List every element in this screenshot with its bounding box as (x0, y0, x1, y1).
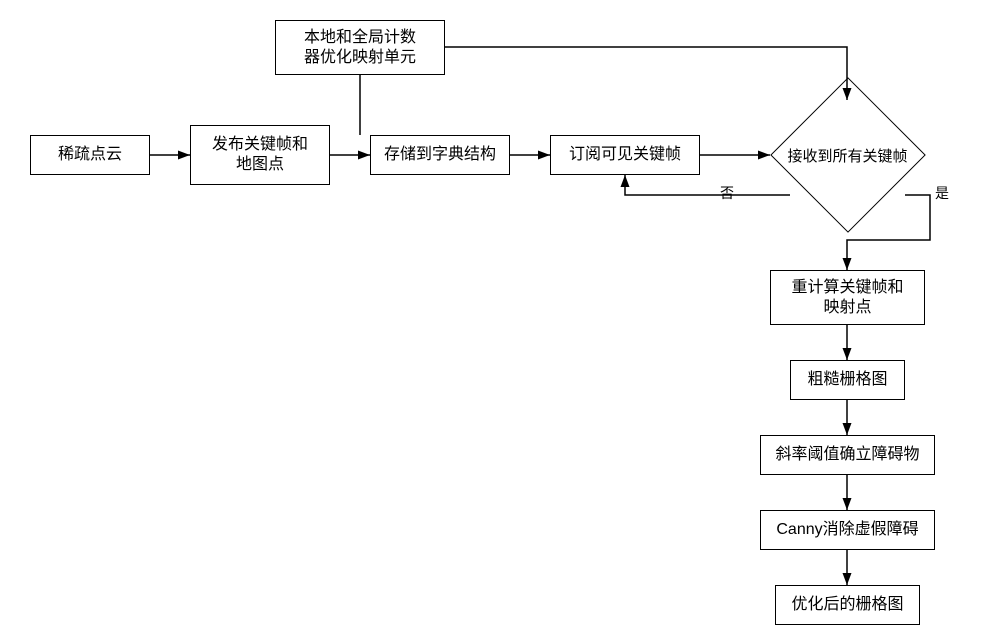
node-subscribe-kf: 订阅可见关键帧 (550, 135, 700, 175)
node-label: 粗糙栅格图 (807, 370, 887, 390)
node-label: 重计算关键帧和 映射点 (791, 278, 903, 318)
node-optimized-grid: 优化后的栅格图 (775, 585, 920, 625)
node-label: 稀疏点云 (58, 145, 122, 165)
node-recompute: 重计算关键帧和 映射点 (770, 270, 925, 325)
node-label: 订阅可见关键帧 (569, 145, 681, 165)
label-yes: 是 (935, 183, 949, 203)
node-sparse-point-cloud: 稀疏点云 (30, 135, 150, 175)
node-rough-grid: 粗糙栅格图 (790, 360, 905, 400)
node-label: 接收到所有关键帧 (787, 145, 907, 166)
node-canny: Canny消除虚假障碍 (760, 510, 935, 550)
node-decision-received-all: 接收到所有关键帧 (770, 100, 925, 210)
node-store-dict: 存储到字典结构 (370, 135, 510, 175)
node-label: 存储到字典结构 (384, 145, 496, 165)
node-publish-keyframes: 发布关键帧和 地图点 (190, 125, 330, 185)
node-label: Canny消除虚假障碍 (776, 520, 918, 540)
flowchart: 稀疏点云 发布关键帧和 地图点 本地和全局计数 器优化映射单元 存储到字典结构 … (0, 0, 1000, 644)
node-counter-unit: 本地和全局计数 器优化映射单元 (275, 20, 445, 75)
node-slope-obstacle: 斜率阈值确立障碍物 (760, 435, 935, 475)
node-label: 优化后的栅格图 (791, 595, 903, 615)
node-label: 发布关键帧和 地图点 (212, 135, 308, 175)
node-label: 本地和全局计数 器优化映射单元 (304, 28, 416, 68)
label-no: 否 (720, 183, 734, 203)
node-label: 斜率阈值确立障碍物 (775, 445, 919, 465)
